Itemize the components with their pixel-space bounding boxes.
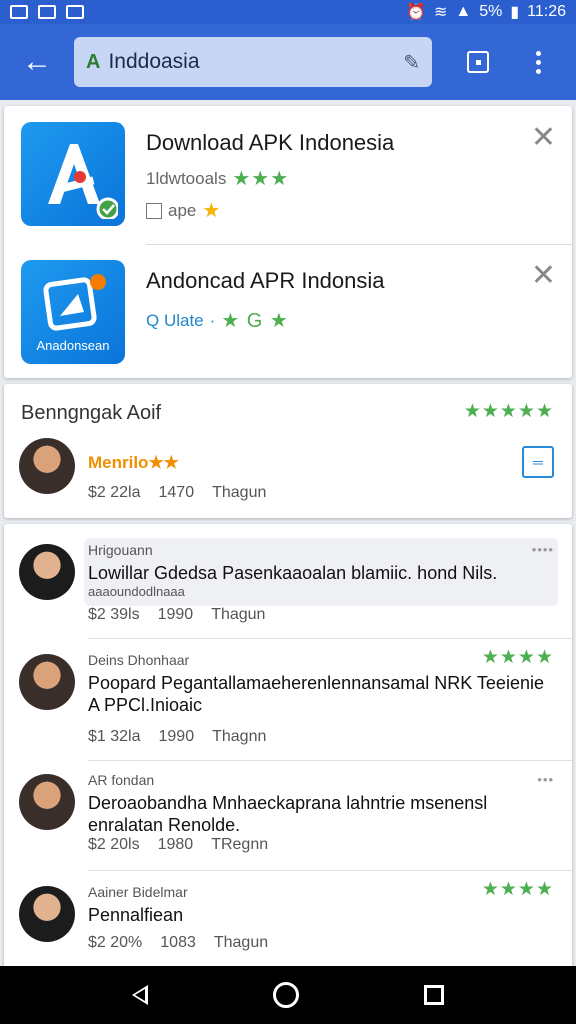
reviews-card: Hrigouann •••• Lowillar Gdedsa Pasenkaao… [4,524,572,970]
app-bar: ← A Inddoasia ✎ [0,24,576,100]
overflow-menu-button[interactable] [508,24,568,100]
app-category: ape [168,200,197,220]
review-action[interactable]: Thagun [211,606,265,624]
apk-download-app-icon [21,122,125,226]
app-store-icon: A [86,50,101,73]
review-meta: $2 20ls 1980 TRegnn [88,836,268,854]
search-query: Inddoasia [108,50,200,73]
app-result-2[interactable]: Anadonsean Andoncad APR Indonsia Q Ulate… [4,244,572,382]
review-count: 1083 [160,934,196,951]
review-meta: $2 39ls 1990 Thagun [88,606,265,624]
avatar[interactable] [19,654,75,710]
review-text: Pennalfiean [88,905,184,925]
app-meta-line1: Q Ulate · ★ G ★ [146,310,289,332]
more-options-icon[interactable]: ••• [537,772,554,787]
signal-icon: ▲ [455,3,472,20]
message-icon[interactable]: ═ [522,446,554,478]
gallery-notification-icon [38,5,56,19]
checkbox-icon [146,202,162,219]
battery-icon: ▮ [510,4,520,21]
image-notification-icon [10,5,28,19]
clock: 11:26 [527,3,566,20]
section-title: Benngngak Aoif [21,402,162,424]
app-meta-line1: 1ldwtooals ★★★ [146,166,289,191]
more-vert-icon [535,50,541,74]
close-icon[interactable]: ✕ [531,120,556,155]
tabs-icon [467,51,489,73]
review-count: 1990 [158,728,195,745]
review-action[interactable]: Thagun [212,484,266,502]
review-likes: $1 32la [88,728,141,745]
back-arrow-icon[interactable]: ← [0,24,74,100]
app-icon-label: Anadonsean [36,337,110,353]
avatar[interactable] [19,438,75,494]
review-meta: $2 20% 1083 Thagun [88,934,268,952]
app-result-1[interactable]: Download APK Indonesia 1ldwtooals ★★★ ap… [4,106,572,244]
apk-app-icon: Anadonsean [21,260,125,364]
battery-percent: 5% [479,3,503,20]
rating-stars: ★★★ [232,168,290,190]
reviewer-name: AR fondan [88,772,155,788]
search-input[interactable]: A Inddoasia ✎ [74,37,432,87]
reviewer-name: Deins Dhonhaar [88,652,190,668]
app-title: Download APK Indonesia [146,130,395,155]
rating-stars: ★★★★ [481,879,554,900]
review-text: Deroaobandha Mnhaeckaprana lahntrie msen… [88,793,488,835]
app-title: Andoncad APR Indonsia [146,268,385,293]
rating-stars: ★ G ★ [221,310,289,332]
close-icon[interactable]: ✕ [531,258,556,293]
app-publisher: Q Ulate [146,310,204,330]
rating-stars: ★★★★ [481,647,554,668]
review-count: 1980 [157,836,194,853]
alarm-icon: ⏰ [406,4,426,21]
nav-back-icon[interactable] [132,985,149,1005]
review-action[interactable]: TRegnn [211,836,268,854]
review-action[interactable]: Thagnn [212,728,266,746]
navigation-bar [0,966,576,1024]
rating-stars: ★★★★★ [463,401,554,422]
featured-card: Benngngak Aoif ★★★★★ Menrilo★★ $2 22la 1… [4,384,572,518]
nav-recents-icon[interactable] [423,985,444,1005]
divider [88,638,572,639]
review-likes: $2 20% [88,934,143,951]
avatar[interactable] [19,774,75,830]
apps-card: Download APK Indonesia 1ldwtooals ★★★ ap… [4,106,572,378]
edit-icon[interactable]: ✎ [403,50,420,75]
divider [88,760,572,761]
review-count: 1990 [157,606,194,623]
review-meta: $1 32la 1990 Thagnn [88,728,266,746]
reviewer-name: Hrigouann [88,542,153,558]
status-bar: ⏰ ≋ ▲ 5% ▮ 11:26 [0,0,576,24]
avatar[interactable] [19,886,75,942]
review-likes: $2 22la [88,484,141,501]
app-meta-line2: ape ★ [146,198,221,223]
app-publisher: 1ldwtooals [146,168,227,188]
review-meta: $2 22la 1470 Thagun [88,484,266,502]
tabs-button[interactable] [448,24,508,100]
divider [88,870,572,871]
gold-star-icon: ★ [202,200,222,222]
reviewer-name: Aainer Bidelmar [88,884,188,900]
review-action[interactable]: Thagun [214,934,268,952]
wifi-icon: ≋ [433,4,448,21]
more-options-icon[interactable]: •••• [532,542,554,557]
review-likes: $2 39ls [88,606,140,623]
review-likes: $2 20ls [88,836,140,853]
avatar[interactable] [19,544,75,600]
reviewer-name: Menrilo★★ [88,453,179,472]
review-text: Lowillar Gdedsa Pasenkaaoalan blamiic. h… [88,563,498,583]
nav-home-icon[interactable] [272,982,299,1008]
app-notification-icon [66,5,84,19]
review-count: 1470 [158,484,195,501]
review-text: Poopard Pegantallamaeherenlennansamal NR… [88,673,544,715]
review-subtext: aaaoundodlnaaa [88,584,185,599]
